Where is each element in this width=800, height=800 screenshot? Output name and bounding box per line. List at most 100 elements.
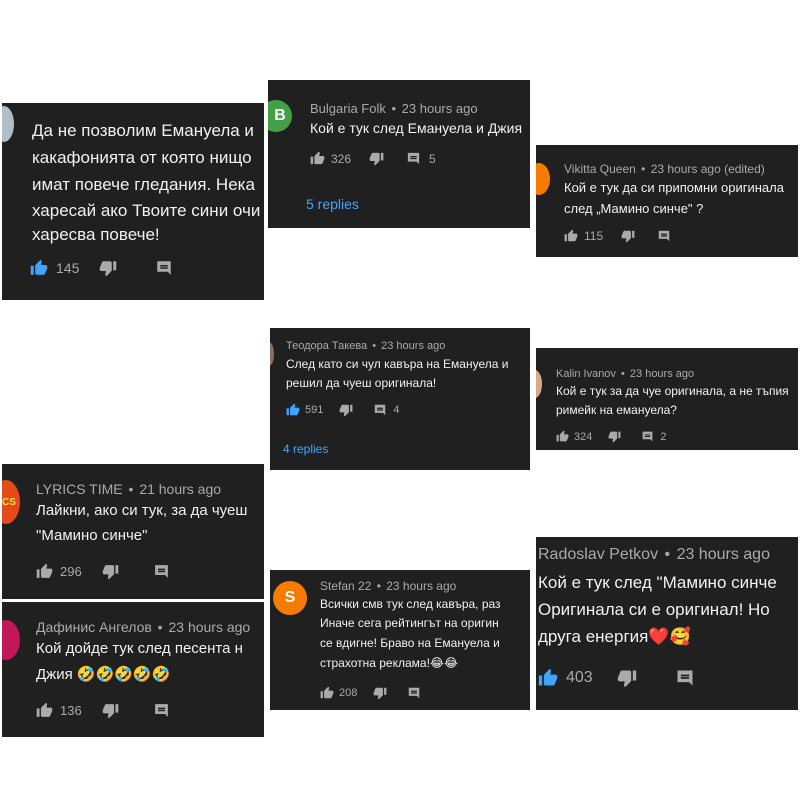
reply-icon[interactable] (641, 430, 654, 443)
comment-actions: 208 (320, 686, 421, 700)
reply-icon[interactable] (373, 403, 387, 417)
comment-text-line: Джия 🤣🤣🤣🤣🤣 (36, 666, 171, 683)
avatar-letter: B (274, 107, 286, 124)
author-name[interactable]: Теодора Такева (286, 340, 367, 352)
author-name[interactable]: LYRICS TIME (36, 481, 123, 497)
comment-text-line: Кой е тук след "Мамино синче (538, 573, 777, 592)
comment-text-line: страхотна реклама!😂😂 (320, 656, 458, 670)
thumbs-down-icon[interactable] (99, 259, 117, 277)
reply-icon[interactable] (153, 563, 170, 580)
comment-meta: Дафинис Ангелов • 23 hours ago (36, 619, 251, 635)
comment-time[interactable]: 21 hours ago (139, 481, 221, 497)
comment-text-line: какафонията от която нищо (32, 148, 252, 167)
comment-text-line: римейк на емануела? (556, 403, 677, 417)
avatar[interactable] (536, 370, 542, 398)
avatar[interactable]: B (268, 100, 292, 132)
comment-text-line: Лайкни, ако си тук, за да чуеш (36, 502, 248, 519)
comment-meta: Kalin Ivanov • 23 hours ago (556, 368, 695, 380)
comment-time[interactable]: 23 hours ago (381, 340, 445, 352)
like-count: 403 (566, 669, 593, 686)
view-replies-link[interactable]: 4 replies (283, 442, 328, 456)
comment-meta: Теодора Такева • 23 hours ago (286, 340, 446, 352)
comment-actions: 324 2 (556, 430, 666, 443)
author-name[interactable]: Stefan 22 (320, 579, 371, 593)
comment-text-line: Кой дойде тук след песента н (36, 640, 243, 657)
comment-text-line: Иначе сега рейтингът на оригин (320, 616, 499, 630)
author-name[interactable]: Radoslav Petkov (538, 546, 658, 563)
comment-text-line: имат повече гледания. Нека (32, 175, 255, 194)
comment-card: Vikitta Queen • 23 hours ago (edited) Ко… (536, 145, 798, 257)
comment-actions: 326 5 (310, 151, 436, 166)
avatar[interactable] (270, 342, 274, 366)
thumbs-down-icon[interactable] (102, 702, 119, 719)
author-name[interactable]: Vikitta Queen (564, 162, 636, 176)
thumbs-up-icon[interactable] (30, 259, 48, 277)
like-count: 136 (60, 703, 82, 718)
thumbs-down-icon[interactable] (369, 151, 384, 166)
thumbs-up-icon[interactable] (538, 668, 558, 688)
reply-icon[interactable] (153, 702, 170, 719)
thumbs-up-icon[interactable] (320, 686, 334, 700)
comment-time[interactable]: 23 hours ago (630, 368, 694, 380)
like-count: 591 (305, 404, 324, 416)
thumbs-up-icon[interactable] (556, 430, 569, 443)
reply-icon[interactable] (155, 259, 173, 277)
avatar[interactable]: CS (2, 480, 20, 524)
comment-text-line: решил да чуеш оригинала! (286, 376, 437, 390)
thumbs-up-icon[interactable] (36, 563, 53, 580)
comment-time[interactable]: 23 hours ago (edited) (651, 162, 765, 176)
avatar[interactable] (2, 620, 20, 660)
reply-icon[interactable] (407, 686, 421, 700)
comment-text-line: след „Мамино синче" ? (564, 201, 704, 216)
avatar[interactable]: S (273, 581, 307, 615)
like-count: 296 (60, 564, 82, 579)
thumbs-up-icon[interactable] (564, 229, 578, 243)
comment-text-line: Всички смв тук след кавъра, раз (320, 597, 501, 611)
comment-card: CS LYRICS TIME • 21 hours ago Лайкни, ак… (2, 464, 264, 599)
comment-time[interactable]: 23 hours ago (386, 579, 456, 593)
thumbs-up-icon[interactable] (310, 151, 325, 166)
avatar-letter: S (284, 589, 296, 606)
comment-card: Да не позволим Емануела и какафонията от… (2, 103, 264, 300)
comment-card: Radoslav Petkov • 23 hours ago Кой е тук… (536, 537, 798, 710)
like-count: 326 (331, 151, 352, 166)
reply-icon[interactable] (675, 668, 695, 688)
like-count: 145 (56, 260, 80, 276)
thumbs-down-icon[interactable] (617, 668, 637, 688)
author-name[interactable]: Kalin Ivanov (556, 368, 616, 380)
comment-text-line: харесва повече! (32, 225, 160, 244)
comment-meta: Bulgaria Folk • 23 hours ago (310, 101, 478, 116)
view-replies-link[interactable]: 5 replies (306, 196, 359, 212)
thumbs-down-icon[interactable] (102, 563, 119, 580)
comment-text-line: Кой е тук след Емануела и Джия (310, 120, 523, 136)
comment-card: B Bulgaria Folk • 23 hours ago Кой е тук… (268, 80, 530, 228)
thumbs-down-icon[interactable] (621, 229, 635, 243)
thumbs-down-icon[interactable] (608, 430, 621, 443)
comment-meta: LYRICS TIME • 21 hours ago (36, 481, 222, 497)
comment-actions: 115 (564, 229, 671, 243)
comment-text-line: "Мамино синче" (36, 527, 148, 544)
avatar[interactable] (536, 163, 550, 195)
comment-time[interactable]: 23 hours ago (677, 546, 770, 563)
like-count: 324 (574, 430, 593, 443)
thumbs-up-icon[interactable] (36, 702, 53, 719)
reply-icon[interactable] (657, 229, 671, 243)
comment-time[interactable]: 23 hours ago (168, 619, 250, 635)
thumbs-up-icon[interactable] (286, 403, 300, 417)
comment-actions: 136 (36, 702, 170, 719)
comment-time[interactable]: 23 hours ago (402, 101, 478, 116)
thumbs-down-icon[interactable] (373, 686, 387, 700)
thumbs-down-icon[interactable] (339, 403, 353, 417)
author-name[interactable]: Дафинис Ангелов (36, 619, 152, 635)
comment-actions: 403 (538, 668, 695, 688)
comment-text-line: Кой е тук за да чуе оригинала, а не тъпи… (556, 384, 789, 398)
author-name[interactable]: Bulgaria Folk (310, 101, 386, 116)
reply-count: 4 (393, 404, 400, 416)
comment-card: Дафинис Ангелов • 23 hours ago Кой дойде… (2, 602, 264, 737)
comment-text-line: се вдигне! Браво на Емануела и (320, 636, 500, 650)
comment-actions: 296 (36, 563, 170, 580)
reply-icon[interactable] (406, 151, 421, 166)
comment-text-line: Оригинала си е оригинал! Но (538, 600, 770, 619)
comment-text-line: Да не позволим Емануела и (32, 121, 254, 140)
avatar[interactable] (2, 106, 14, 142)
